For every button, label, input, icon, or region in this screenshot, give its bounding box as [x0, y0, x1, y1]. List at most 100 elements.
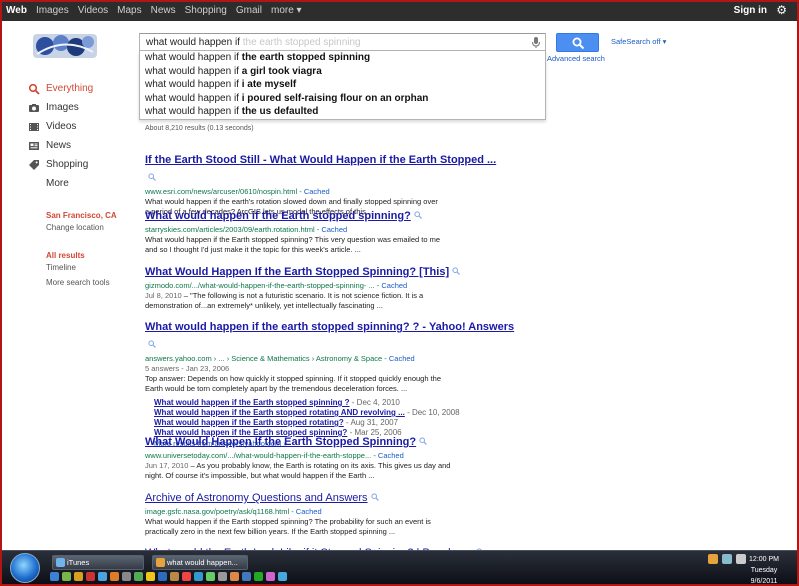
cached-link[interactable]: Cached: [381, 281, 407, 290]
sub-result-link[interactable]: What would happen if the Earth stopped r…: [154, 418, 344, 427]
suggestion-item[interactable]: what would happen if the earth stopped s…: [140, 51, 545, 65]
result-stats: About 8,210 results (0.13 seconds): [145, 125, 254, 132]
google-doodle-logo[interactable]: [31, 30, 99, 62]
clock-time: 12:00 PM: [749, 556, 779, 563]
search-button[interactable]: [556, 33, 599, 52]
safesearch-toggle[interactable]: SafeSearch off ▾: [611, 37, 666, 46]
snippet-line: What would happen if the Earth stopped s…: [145, 235, 441, 244]
quicklaunch-icon[interactable]: [206, 572, 215, 581]
result-title-link[interactable]: If the Earth Stood Still - What Would Ha…: [145, 154, 496, 166]
preview-magnifier-icon[interactable]: [452, 267, 461, 275]
sub-result: What would happen if the Earth stopped s…: [154, 398, 400, 407]
quicklaunch-icon[interactable]: [98, 572, 107, 581]
nav-images-side[interactable]: Images: [28, 101, 128, 120]
quicklaunch-icon[interactable]: [74, 572, 83, 581]
suggestion-completion: the earth stopped spinning: [241, 52, 371, 63]
quicklaunch-icon[interactable]: [50, 572, 59, 581]
system-tray: [708, 554, 746, 564]
start-button[interactable]: [10, 553, 40, 583]
suggestion-item[interactable]: what would happen if the us defaulted: [140, 105, 545, 119]
result-snippet: Jun 17, 2010 – As you probably know, the…: [145, 461, 495, 481]
suggestion-item[interactable]: what would happen if i poured self-raisi…: [140, 92, 545, 106]
cached-link[interactable]: Cached: [304, 187, 330, 196]
nav-more[interactable]: more ▾: [271, 5, 302, 16]
quicklaunch-icon[interactable]: [182, 572, 191, 581]
nav-images[interactable]: Images: [36, 5, 69, 16]
quicklaunch-icon[interactable]: [254, 572, 263, 581]
quicklaunch-icon[interactable]: [86, 572, 95, 581]
quicklaunch-icon[interactable]: [158, 572, 167, 581]
nav-gmail[interactable]: Gmail: [236, 5, 262, 16]
nav-more-side[interactable]: More: [28, 177, 128, 196]
result-snippet: What would happen if the Earth stopped s…: [145, 517, 495, 537]
suggestion-completion: i poured self-raising flour on an orphan: [241, 92, 429, 104]
search-typed-text: what would happen if: [146, 37, 240, 48]
taskbar-button-browser[interactable]: what would happen...: [152, 555, 248, 570]
quicklaunch-icon[interactable]: [230, 572, 239, 581]
search-icon: [572, 37, 585, 50]
left-nav: Everything Images Videos News Shopping M…: [28, 82, 128, 196]
quicklaunch-icon[interactable]: [134, 572, 143, 581]
sub-result-link[interactable]: What would happen if the Earth stopped s…: [154, 398, 350, 407]
result-title-link[interactable]: What Would Happen If the Earth Stopped S…: [145, 266, 449, 278]
preview-magnifier-icon[interactable]: [148, 340, 156, 348]
nav-web[interactable]: Web: [6, 5, 27, 16]
quicklaunch-icon[interactable]: [242, 572, 251, 581]
gear-icon[interactable]: ⚙: [776, 4, 787, 16]
preview-magnifier-icon[interactable]: [419, 437, 428, 445]
sub-result-link[interactable]: What would happen if the Earth stopped r…: [154, 408, 405, 417]
search-input[interactable]: what would happen if the earth stopped s…: [139, 33, 546, 51]
tray-icon[interactable]: [708, 554, 718, 564]
timeline-filter[interactable]: Timeline: [46, 263, 110, 272]
nav-videos-side[interactable]: Videos: [28, 120, 128, 139]
volume-icon[interactable]: [736, 554, 746, 564]
quicklaunch-icon[interactable]: [218, 572, 227, 581]
nav-news[interactable]: News: [151, 5, 176, 16]
snippet-line: practically zero in the next few billion…: [145, 527, 396, 536]
result-title-link[interactable]: What would happen if the Earth stopped s…: [145, 210, 411, 222]
cached-link[interactable]: Cached: [389, 354, 415, 363]
advanced-search-link[interactable]: Advanced search: [547, 54, 605, 63]
nav-label: Shopping: [46, 159, 89, 170]
quicklaunch-icon[interactable]: [146, 572, 155, 581]
taskbar-button-itunes[interactable]: iTunes: [52, 555, 144, 570]
quicklaunch-icon[interactable]: [170, 572, 179, 581]
nav-everything[interactable]: Everything: [28, 82, 128, 101]
result-url: image.gsfc.nasa.gov/poetry/ask/q1168.htm…: [145, 507, 290, 516]
quicklaunch-icon[interactable]: [194, 572, 203, 581]
result-snippet: Jul 8, 2010 – "The following is not a fu…: [145, 291, 495, 311]
nav-news-side[interactable]: News: [28, 139, 128, 158]
nav-videos[interactable]: Videos: [78, 5, 108, 16]
result-url: www.universetoday.com/.../what-would-hap…: [145, 451, 372, 460]
search-result: What Would Happen If the Earth Stopped S…: [145, 432, 495, 481]
nav-shopping[interactable]: Shopping: [185, 5, 227, 16]
preview-magnifier-icon[interactable]: [370, 493, 379, 501]
result-title-link[interactable]: What Would Happen If the Earth Stopped S…: [145, 436, 416, 448]
preview-magnifier-icon[interactable]: [148, 173, 156, 181]
cached-link[interactable]: Cached: [378, 451, 404, 460]
all-results-filter[interactable]: All results: [46, 251, 110, 260]
quicklaunch-icon[interactable]: [110, 572, 119, 581]
quicklaunch-icon[interactable]: [266, 572, 275, 581]
microphone-icon[interactable]: [530, 36, 542, 49]
sign-in-link[interactable]: Sign in: [734, 5, 767, 16]
system-clock[interactable]: 12:00 PM Tuesday 9/6/2011: [749, 554, 779, 584]
result-title-link[interactable]: What would happen if the earth stopped s…: [145, 321, 514, 333]
preview-magnifier-icon[interactable]: [414, 211, 422, 219]
change-location-link[interactable]: Change location: [46, 223, 117, 232]
windows-taskbar: iTunes what would happen... 12:00 PM Tue…: [2, 550, 797, 584]
network-icon[interactable]: [722, 554, 732, 564]
sub-result-date: Aug 31, 2007: [350, 418, 399, 427]
nav-shopping-side[interactable]: Shopping: [28, 158, 128, 177]
suggestion-item[interactable]: what would happen if a girl took viagra: [140, 65, 545, 79]
more-search-tools-link[interactable]: More search tools: [46, 278, 110, 287]
suggestion-item[interactable]: what would happen if i ate myself: [140, 78, 545, 92]
quicklaunch-icon[interactable]: [62, 572, 71, 581]
result-title-link[interactable]: Archive of Astronomy Questions and Answe…: [145, 492, 368, 504]
nav-label: Everything: [46, 83, 94, 94]
quicklaunch-icon[interactable]: [122, 572, 131, 581]
cached-link[interactable]: Cached: [321, 225, 347, 234]
nav-maps[interactable]: Maps: [117, 5, 141, 16]
quicklaunch-icon[interactable]: [278, 572, 287, 581]
cached-link[interactable]: Cached: [296, 507, 322, 516]
